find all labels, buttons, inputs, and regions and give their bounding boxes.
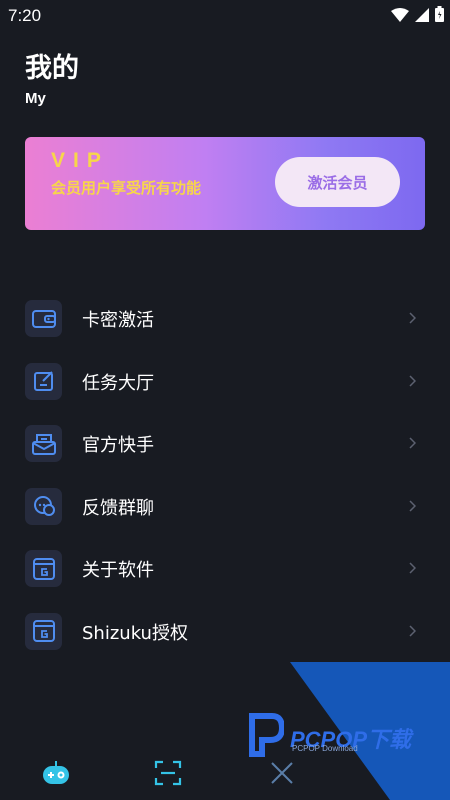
menu-item-label: Shizuku授权 <box>82 622 188 644</box>
menu-item-label: 卡密激活 <box>82 310 154 331</box>
nav-gamepad-button[interactable] <box>36 753 76 793</box>
chevron-right-icon <box>409 562 416 574</box>
menu-item-label: 任务大厅 <box>82 372 154 394</box>
app-g-icon <box>25 550 62 588</box>
chevron-right-icon <box>409 625 416 637</box>
activate-vip-button[interactable]: 激活会员 <box>275 157 400 207</box>
chevron-right-icon <box>409 437 416 449</box>
menu-item-label: 官方快手 <box>82 435 154 457</box>
close-x-icon <box>271 762 293 784</box>
task-edit-icon <box>25 362 62 400</box>
scan-icon <box>154 760 182 786</box>
wallet-icon <box>25 300 62 337</box>
status-bar: 7:20 <box>0 0 450 34</box>
vip-title: VIP <box>51 149 109 172</box>
nav-scan-button[interactable] <box>148 753 188 793</box>
status-time: 7:20 <box>8 6 42 25</box>
page-subtitle: My <box>25 90 46 107</box>
menu-list: 卡密激活 任务大厅 官方快手 反馈群聊 关于软件 Shizuku授权 <box>0 287 450 663</box>
page-title: 我的 <box>25 53 79 84</box>
vip-description: 会员用户享受所有功能 <box>51 179 202 197</box>
vip-card: VIP 会员用户享受所有功能 激活会员 <box>25 137 425 230</box>
wifi-icon <box>391 7 409 26</box>
menu-item-official-kuaishou[interactable]: 官方快手 <box>0 412 450 475</box>
status-icons <box>391 6 444 26</box>
inbox-icon <box>25 425 62 463</box>
menu-item-card-activation[interactable]: 卡密激活 <box>0 287 450 350</box>
menu-item-feedback-group[interactable]: 反馈群聊 <box>0 475 450 538</box>
menu-item-task-hall[interactable]: 任务大厅 <box>0 350 450 413</box>
bottom-nav <box>0 745 450 800</box>
battery-icon <box>435 6 444 26</box>
signal-icon <box>415 7 429 26</box>
chevron-right-icon <box>409 375 416 387</box>
menu-item-about-software[interactable]: 关于软件 <box>0 537 450 600</box>
chevron-right-icon <box>409 312 416 324</box>
app-g-icon <box>25 612 62 650</box>
menu-item-label: 反馈群聊 <box>82 497 154 519</box>
gamepad-icon <box>43 761 69 784</box>
nav-close-button[interactable] <box>262 753 302 793</box>
chevron-right-icon <box>409 500 416 512</box>
chat-icon <box>25 487 62 525</box>
menu-item-label: 关于软件 <box>82 560 154 582</box>
menu-item-shizuku-auth[interactable]: Shizuku授权 <box>0 600 450 663</box>
